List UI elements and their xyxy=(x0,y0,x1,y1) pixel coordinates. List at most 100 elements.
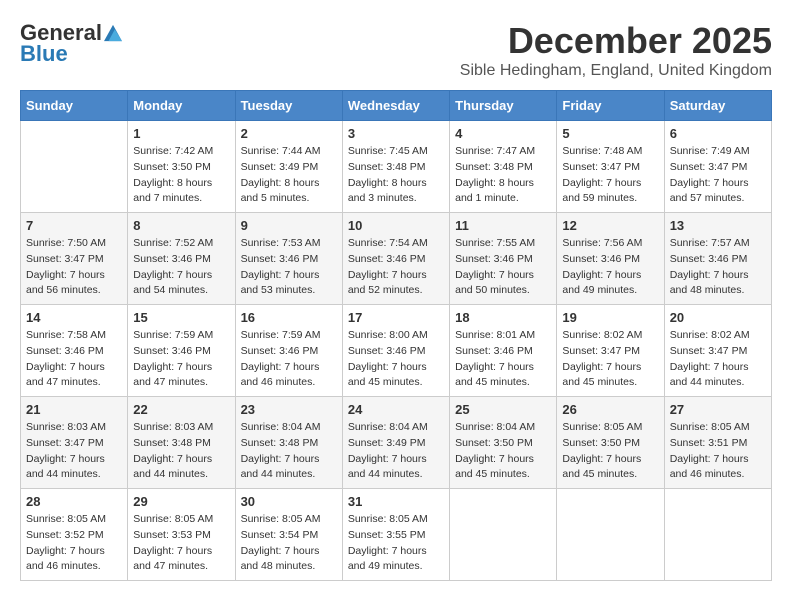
day-info: Sunrise: 7:50 AMSunset: 3:47 PMDaylight:… xyxy=(26,236,122,299)
table-row: 11Sunrise: 7:55 AMSunset: 3:46 PMDayligh… xyxy=(450,213,557,305)
day-info: Sunrise: 8:05 AMSunset: 3:54 PMDaylight:… xyxy=(241,512,337,575)
day-info: Sunrise: 7:45 AMSunset: 3:48 PMDaylight:… xyxy=(348,144,444,207)
day-number: 1 xyxy=(133,126,229,141)
table-row: 28 Sunrise: 8:05 AMSunset: 3:52 PMDayligh… xyxy=(21,489,128,581)
table-row: 7Sunrise: 7:50 AMSunset: 3:47 PMDaylight… xyxy=(21,213,128,305)
day-info: Sunrise: 8:05 AMSunset: 3:50 PMDaylight:… xyxy=(562,420,658,483)
table-row: 27 Sunrise: 8:05 AMSunset: 3:51 PMDayligh… xyxy=(664,397,771,489)
logo: General Blue xyxy=(20,20,122,67)
day-info: Sunrise: 7:48 AMSunset: 3:47 PMDaylight:… xyxy=(562,144,658,207)
table-row: 19 Sunrise: 8:02 AMSunset: 3:47 PMDayligh… xyxy=(557,305,664,397)
month-title: December 2025 xyxy=(460,20,772,62)
table-row: 20 Sunrise: 8:02 AMSunset: 3:47 PMDayligh… xyxy=(664,305,771,397)
table-row: 21Sunrise: 8:03 AMSunset: 3:47 PMDayligh… xyxy=(21,397,128,489)
table-row: 17 Sunrise: 8:00 AMSunset: 3:46 PMDayligh… xyxy=(342,305,449,397)
day-number: 2 xyxy=(241,126,337,141)
day-number: 30 xyxy=(241,494,337,509)
day-number: 18 xyxy=(455,310,551,325)
table-row: 5 Sunrise: 7:48 AMSunset: 3:47 PMDaylight… xyxy=(557,121,664,213)
day-info: Sunrise: 7:54 AMSunset: 3:46 PMDaylight:… xyxy=(348,236,444,299)
day-info: Sunrise: 8:04 AMSunset: 3:50 PMDaylight:… xyxy=(455,420,551,483)
day-info: Sunrise: 7:59 AMSunset: 3:46 PMDaylight:… xyxy=(133,328,229,391)
header-friday: Friday xyxy=(557,91,664,121)
table-row: 8Sunrise: 7:52 AMSunset: 3:46 PMDaylight… xyxy=(128,213,235,305)
table-row: 25 Sunrise: 8:04 AMSunset: 3:50 PMDayligh… xyxy=(450,397,557,489)
header-thursday: Thursday xyxy=(450,91,557,121)
day-number: 3 xyxy=(348,126,444,141)
day-info: Sunrise: 7:42 AMSunset: 3:50 PMDaylight:… xyxy=(133,144,229,207)
day-number: 6 xyxy=(670,126,766,141)
location: Sible Hedingham, England, United Kingdom xyxy=(460,62,772,80)
day-number: 5 xyxy=(562,126,658,141)
logo-icon xyxy=(104,24,122,42)
day-info: Sunrise: 7:47 AMSunset: 3:48 PMDaylight:… xyxy=(455,144,551,207)
table-row: 23Sunrise: 8:04 AMSunset: 3:48 PMDayligh… xyxy=(235,397,342,489)
day-info: Sunrise: 8:04 AMSunset: 3:49 PMDaylight:… xyxy=(348,420,444,483)
calendar-week-row: 28 Sunrise: 8:05 AMSunset: 3:52 PMDayligh… xyxy=(21,489,772,581)
table-row xyxy=(21,121,128,213)
table-row: 6 Sunrise: 7:49 AMSunset: 3:47 PMDaylight… xyxy=(664,121,771,213)
day-number: 8 xyxy=(133,218,229,233)
day-number: 29 xyxy=(133,494,229,509)
calendar-header-row: Sunday Monday Tuesday Wednesday Thursday… xyxy=(21,91,772,121)
day-number: 15 xyxy=(133,310,229,325)
day-number: 4 xyxy=(455,126,551,141)
day-number: 26 xyxy=(562,402,658,417)
table-row xyxy=(664,489,771,581)
calendar-week-row: 21Sunrise: 8:03 AMSunset: 3:47 PMDayligh… xyxy=(21,397,772,489)
table-row: 31Sunrise: 8:05 AMSunset: 3:55 PMDayligh… xyxy=(342,489,449,581)
day-info: Sunrise: 8:02 AMSunset: 3:47 PMDaylight:… xyxy=(670,328,766,391)
day-number: 16 xyxy=(241,310,337,325)
table-row: 16 Sunrise: 7:59 AMSunset: 3:46 PMDayligh… xyxy=(235,305,342,397)
day-info: Sunrise: 8:05 AMSunset: 3:55 PMDaylight:… xyxy=(348,512,444,575)
day-info: Sunrise: 8:05 AMSunset: 3:52 PMDaylight:… xyxy=(26,512,122,575)
table-row: 2 Sunrise: 7:44 AMSunset: 3:49 PMDaylight… xyxy=(235,121,342,213)
page-header: General Blue December 2025 Sible Hedingh… xyxy=(20,20,772,80)
day-info: Sunrise: 7:59 AMSunset: 3:46 PMDaylight:… xyxy=(241,328,337,391)
day-number: 24 xyxy=(348,402,444,417)
day-number: 27 xyxy=(670,402,766,417)
table-row xyxy=(557,489,664,581)
day-number: 11 xyxy=(455,218,551,233)
day-info: Sunrise: 8:05 AMSunset: 3:53 PMDaylight:… xyxy=(133,512,229,575)
day-info: Sunrise: 7:58 AMSunset: 3:46 PMDaylight:… xyxy=(26,328,122,391)
table-row: 1 Sunrise: 7:42 AMSunset: 3:50 PMDaylight… xyxy=(128,121,235,213)
day-info: Sunrise: 8:01 AMSunset: 3:46 PMDaylight:… xyxy=(455,328,551,391)
day-number: 28 xyxy=(26,494,122,509)
day-number: 19 xyxy=(562,310,658,325)
day-info: Sunrise: 7:53 AMSunset: 3:46 PMDaylight:… xyxy=(241,236,337,299)
day-info: Sunrise: 7:44 AMSunset: 3:49 PMDaylight:… xyxy=(241,144,337,207)
table-row: 18 Sunrise: 8:01 AMSunset: 3:46 PMDayligh… xyxy=(450,305,557,397)
calendar-week-row: 1 Sunrise: 7:42 AMSunset: 3:50 PMDaylight… xyxy=(21,121,772,213)
day-number: 13 xyxy=(670,218,766,233)
day-number: 20 xyxy=(670,310,766,325)
table-row: 24 Sunrise: 8:04 AMSunset: 3:49 PMDayligh… xyxy=(342,397,449,489)
header-saturday: Saturday xyxy=(664,91,771,121)
table-row: 12 Sunrise: 7:56 AMSunset: 3:46 PMDayligh… xyxy=(557,213,664,305)
day-info: Sunrise: 7:49 AMSunset: 3:47 PMDaylight:… xyxy=(670,144,766,207)
day-info: Sunrise: 8:00 AMSunset: 3:46 PMDaylight:… xyxy=(348,328,444,391)
day-info: Sunrise: 8:03 AMSunset: 3:48 PMDaylight:… xyxy=(133,420,229,483)
day-number: 25 xyxy=(455,402,551,417)
day-number: 23 xyxy=(241,402,337,417)
day-number: 12 xyxy=(562,218,658,233)
day-info: Sunrise: 8:05 AMSunset: 3:51 PMDaylight:… xyxy=(670,420,766,483)
table-row xyxy=(450,489,557,581)
day-number: 21 xyxy=(26,402,122,417)
table-row: 9Sunrise: 7:53 AMSunset: 3:46 PMDaylight… xyxy=(235,213,342,305)
logo-blue-text: Blue xyxy=(20,41,68,67)
day-number: 14 xyxy=(26,310,122,325)
title-section: December 2025 Sible Hedingham, England, … xyxy=(460,20,772,80)
header-sunday: Sunday xyxy=(21,91,128,121)
header-tuesday: Tuesday xyxy=(235,91,342,121)
table-row: 13Sunrise: 7:57 AMSunset: 3:46 PMDayligh… xyxy=(664,213,771,305)
table-row: 15 Sunrise: 7:59 AMSunset: 3:46 PMDayligh… xyxy=(128,305,235,397)
day-number: 17 xyxy=(348,310,444,325)
table-row: 10 Sunrise: 7:54 AMSunset: 3:46 PMDayligh… xyxy=(342,213,449,305)
day-info: Sunrise: 8:02 AMSunset: 3:47 PMDaylight:… xyxy=(562,328,658,391)
day-number: 10 xyxy=(348,218,444,233)
calendar-table: Sunday Monday Tuesday Wednesday Thursday… xyxy=(20,90,772,581)
day-info: Sunrise: 7:56 AMSunset: 3:46 PMDaylight:… xyxy=(562,236,658,299)
header-monday: Monday xyxy=(128,91,235,121)
calendar-week-row: 14 Sunrise: 7:58 AMSunset: 3:46 PMDayligh… xyxy=(21,305,772,397)
